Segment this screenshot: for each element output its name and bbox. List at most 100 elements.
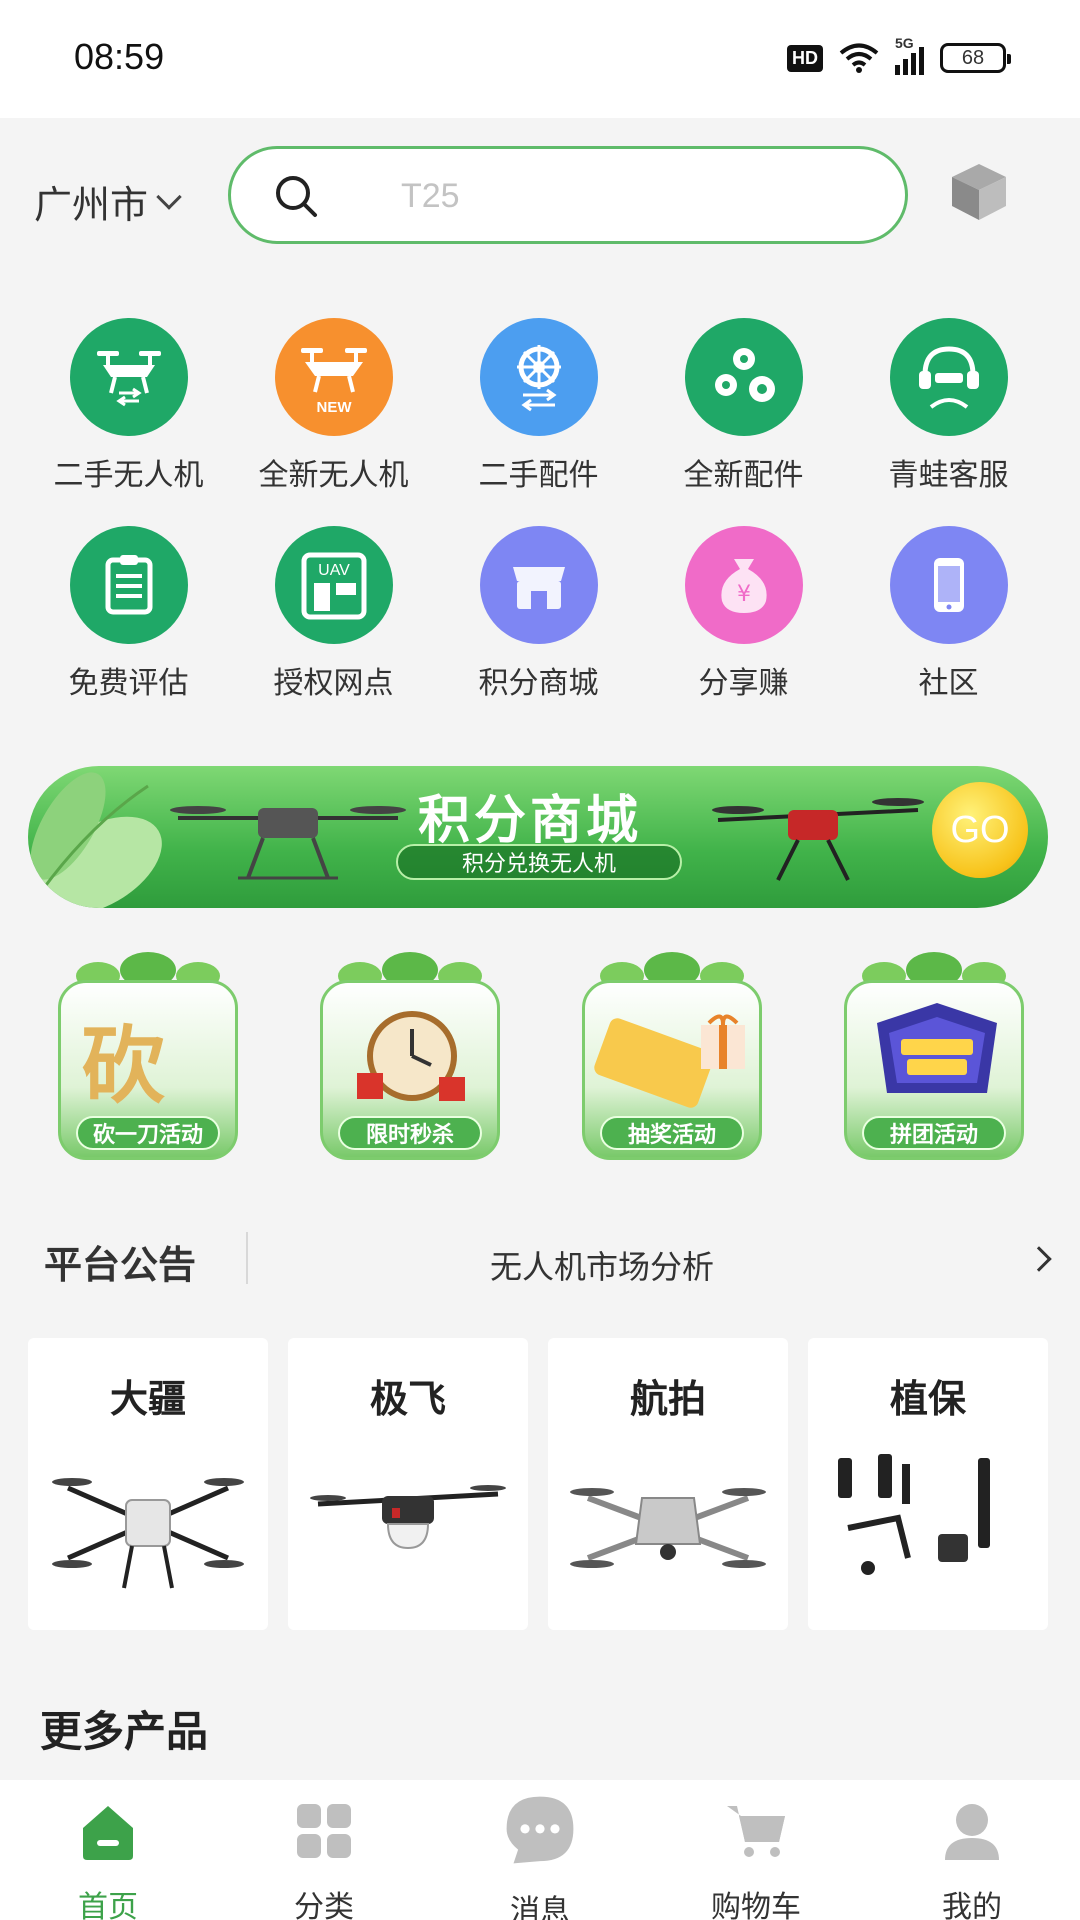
tab-profile[interactable]: 我的 (864, 1798, 1080, 1920)
brand-card-dji[interactable]: 大疆 (28, 1338, 268, 1630)
menu-label: 授权网点 (273, 666, 394, 701)
gimbal-accessories-icon (838, 1454, 990, 1575)
promo-bargain[interactable]: 砍 砍一刀活动 (58, 946, 238, 1160)
banner-title: 积分商城 (418, 791, 643, 851)
menu-label: 二手配件 (478, 458, 599, 493)
chevron-right-icon (1026, 1246, 1052, 1272)
chevron-down-icon (156, 183, 182, 210)
ag-drone-icon (52, 1478, 244, 1589)
status-icons: HD 5G 68 (787, 35, 1011, 78)
notice-text: 无人机市场分析 (490, 1248, 715, 1286)
uav-badge: UAV (318, 562, 350, 579)
brand-row: 大疆 极飞 航拍 植保 (0, 1338, 1080, 1630)
promo-label: 拼团活动 (862, 1116, 1006, 1150)
menu-item-share-earn[interactable]: ¥ 分享赚 (641, 518, 846, 708)
clipboard-icon (69, 526, 188, 644)
new-parts-icon (684, 318, 803, 436)
more-products-title: 更多产品 (40, 1707, 209, 1756)
tab-label: 我的 (942, 1890, 1002, 1920)
go-button[interactable]: GO (932, 782, 1028, 878)
new-badge: NEW (316, 399, 352, 416)
search-input[interactable]: T25 (228, 146, 908, 244)
authorized-store-icon: UAV (274, 526, 393, 644)
menu-item-new-parts[interactable]: 全新配件 (641, 310, 846, 500)
tab-label: 消息 (510, 1894, 570, 1920)
profile-icon (945, 1804, 999, 1860)
points-mall-banner[interactable]: 积分商城 积分兑换无人机 GO (28, 766, 1048, 908)
brand-name: 极飞 (369, 1377, 446, 1421)
tab-cart[interactable]: 购物车 (648, 1798, 864, 1920)
tab-label: 分类 (294, 1890, 354, 1920)
leaf-decoration-icon (30, 772, 162, 908)
menu-label: 分享赚 (698, 666, 789, 701)
menu-item-free-evaluation[interactable]: 免费评估 (26, 518, 231, 708)
notice-title: 平台公告 (44, 1243, 197, 1287)
city-label: 广州市 (34, 183, 149, 227)
used-drone-icon (69, 318, 188, 436)
customer-service-icon (889, 318, 1008, 436)
brand-name: 航拍 (629, 1377, 706, 1421)
menu-item-points-mall[interactable]: 积分商城 (436, 518, 641, 708)
search-icon (276, 176, 317, 217)
cart-icon (727, 1806, 785, 1857)
money-bag-icon: ¥ (684, 526, 803, 644)
hd-badge: HD (787, 44, 823, 72)
home-icon (83, 1806, 133, 1860)
brand-name: 大疆 (109, 1377, 186, 1421)
used-parts-icon (479, 318, 598, 436)
promo-label: 抽奖活动 (600, 1116, 744, 1150)
store-icon (479, 526, 598, 644)
message-icon (506, 1796, 574, 1864)
menu-label: 积分商城 (478, 666, 599, 701)
header: 广州市 T25 (0, 118, 1080, 278)
brand-card-xag[interactable]: 极飞 (288, 1338, 528, 1630)
promo-label: 限时秒杀 (338, 1116, 482, 1150)
bottom-tab-bar: 首页 分类 消息 购物车 我的 (0, 1780, 1080, 1920)
brand-card-plant-protection[interactable]: 植保 (808, 1338, 1048, 1630)
banner-subtitle: 积分兑换无人机 (396, 844, 682, 880)
menu-label: 二手无人机 (53, 458, 204, 493)
menu-label: 全新配件 (683, 458, 804, 493)
camera-drone-icon (570, 1488, 766, 1568)
grid-icon (297, 1804, 351, 1858)
svg-text:¥: ¥ (737, 582, 751, 607)
menu-item-used-parts[interactable]: 二手配件 (436, 310, 641, 500)
menu-label: 全新无人机 (258, 458, 409, 493)
tab-messages[interactable]: 消息 (432, 1796, 648, 1920)
menu-item-community[interactable]: 社区 (846, 518, 1051, 708)
brand-card-aerial[interactable]: 航拍 (548, 1338, 788, 1630)
new-drone-icon: NEW (274, 318, 393, 436)
drone-image-left (170, 806, 406, 880)
promo-flash-sale[interactable]: 限时秒杀 (320, 946, 500, 1160)
promo-row: 砍 砍一刀活动 限时秒杀 抽奖活动 拼团活动 (0, 946, 1080, 1166)
promo-label: 砍一刀活动 (76, 1116, 220, 1150)
spray-drone-icon (310, 1485, 506, 1550)
menu-item-used-drone[interactable]: 二手无人机 (26, 310, 231, 500)
search-placeholder: T25 (401, 177, 460, 215)
platform-notice[interactable]: 平台公告 无人机市场分析 (0, 1220, 1080, 1300)
tab-category[interactable]: 分类 (216, 1798, 432, 1920)
menu-item-customer-service[interactable]: 青蛙客服 (846, 310, 1051, 500)
menu-item-authorized-store[interactable]: UAV 授权网点 (231, 518, 436, 708)
signal-icon: 5G (895, 35, 924, 75)
city-selector[interactable]: 广州市 (34, 174, 182, 229)
status-bar: 08:59 HD 5G 68 (0, 0, 1080, 118)
wifi-icon (839, 43, 879, 73)
tab-label: 购物车 (711, 1890, 801, 1920)
brand-name: 植保 (889, 1377, 966, 1421)
menu-label: 青蛙客服 (888, 458, 1009, 493)
menu-label: 社区 (918, 666, 979, 701)
phone-icon (889, 526, 1008, 644)
menu-label: 免费评估 (68, 666, 189, 701)
promo-group-buy[interactable]: 拼团活动 (844, 946, 1024, 1160)
drone-image-right (712, 798, 924, 881)
battery-indicator: 68 (940, 43, 1011, 73)
notice-divider (246, 1232, 248, 1284)
cube-icon[interactable] (946, 158, 1012, 224)
network-label: 5G (895, 35, 914, 51)
status-time: 08:59 (74, 36, 165, 77)
promo-lottery[interactable]: 抽奖活动 (582, 946, 762, 1160)
tab-label: 首页 (78, 1890, 138, 1920)
menu-item-new-drone[interactable]: NEW 全新无人机 (231, 310, 436, 500)
tab-home[interactable]: 首页 (0, 1798, 216, 1920)
